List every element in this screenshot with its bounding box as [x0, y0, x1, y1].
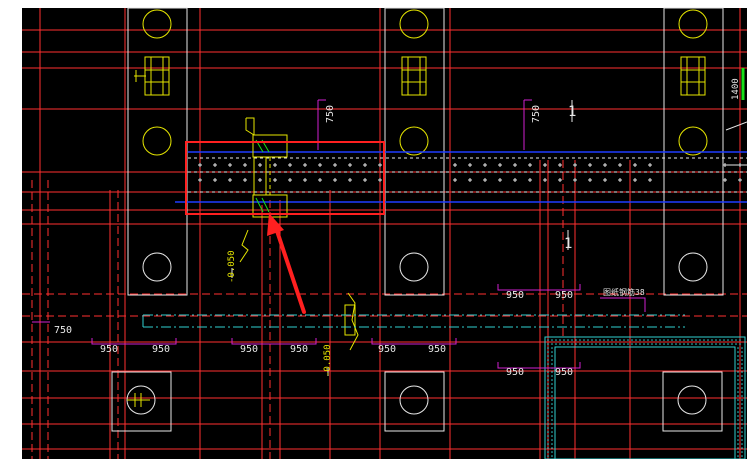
dim-950: 950 — [506, 367, 524, 378]
cad-stage: 750 950 950 950 950 950 950 950 950 950 … — [0, 0, 747, 460]
dim-950: 950 — [290, 344, 308, 355]
dim-950: 950 — [506, 290, 524, 301]
cad-drawing-canvas[interactable]: 750 950 950 950 950 950 950 950 950 950 … — [0, 0, 747, 460]
dim-950: 950 — [555, 290, 573, 301]
dim-950: 950 — [152, 344, 170, 355]
dim-1400: 1400 — [731, 78, 741, 100]
elevation-b: -0.050 — [323, 344, 333, 377]
dim-950: 950 — [428, 344, 446, 355]
dim-950: 950 — [555, 367, 573, 378]
dim-750-left: 750 — [54, 325, 72, 336]
cad-drawing-viewport[interactable]: 750 950 950 950 950 950 950 950 950 950 … — [0, 0, 747, 460]
marker-1-bottom: 1 — [564, 236, 572, 252]
elevation-a: -0.050 — [227, 250, 237, 283]
dim-750-top-b: 750 — [531, 105, 542, 123]
marker-1-top: 1 — [568, 104, 576, 120]
dim-950: 950 — [240, 344, 258, 355]
dim-950: 950 — [378, 344, 396, 355]
dim-950: 950 — [100, 344, 118, 355]
note-right: 图纸钢筋38 — [603, 287, 645, 297]
dim-750-top-a: 750 — [325, 105, 336, 123]
